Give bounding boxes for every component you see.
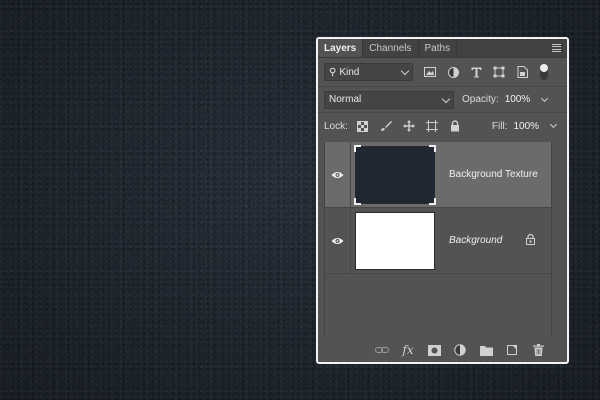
link-layers-icon[interactable] xyxy=(375,343,389,357)
new-group-icon[interactable] xyxy=(479,343,493,357)
fill-chevron-icon[interactable] xyxy=(550,120,558,129)
lock-artboard-icon[interactable] xyxy=(425,119,439,133)
layer-row-background-texture[interactable]: Background Texture xyxy=(325,142,551,208)
chevron-down-icon xyxy=(441,94,451,103)
opacity-label: Opacity: xyxy=(462,94,499,105)
adjustment-filter-icon[interactable] xyxy=(446,65,460,79)
layer-thumbnail-cell[interactable] xyxy=(351,144,439,205)
layer-name[interactable]: Background Texture xyxy=(449,169,538,180)
filter-toggle-switch[interactable] xyxy=(540,64,548,80)
filter-kind-label: Kind xyxy=(339,66,360,78)
opacity-value[interactable]: 100% xyxy=(505,94,531,105)
tab-paths-label: Paths xyxy=(424,42,451,54)
lock-all-icon[interactable] xyxy=(448,119,462,133)
eye-icon xyxy=(331,237,344,244)
add-mask-icon[interactable] xyxy=(427,343,441,357)
blend-mode-dropdown[interactable]: Normal xyxy=(324,90,454,109)
layers-list: Background Texture Background xyxy=(324,142,552,336)
shape-filter-icon[interactable] xyxy=(492,65,506,79)
lock-image-pixels-icon[interactable] xyxy=(379,119,393,133)
layer-thumbnail xyxy=(354,144,436,205)
new-layer-icon[interactable] xyxy=(505,343,519,357)
layer-lock-icon[interactable] xyxy=(526,233,535,248)
layer-row-background[interactable]: Background xyxy=(325,208,551,274)
panel-tab-bar: Layers Channels Paths xyxy=(318,39,567,58)
chevron-down-icon xyxy=(400,66,410,76)
filter-kind-dropdown[interactable]: ⚲ Kind xyxy=(324,63,413,81)
search-icon: ⚲ xyxy=(329,66,337,78)
fill-label: Fill: xyxy=(491,120,508,132)
delete-layer-icon[interactable] xyxy=(531,343,545,357)
panel-menu-icon[interactable] xyxy=(552,44,561,52)
blend-row: Normal Opacity: 100% xyxy=(318,86,567,112)
lock-transparent-pixels-icon[interactable] xyxy=(356,119,370,133)
opacity-chevron-icon[interactable] xyxy=(541,94,549,102)
layer-name[interactable]: Background xyxy=(449,235,502,246)
tab-paths[interactable]: Paths xyxy=(419,39,458,57)
filter-row: ⚲ Kind xyxy=(318,58,567,86)
tab-layers-label: Layers xyxy=(324,42,357,54)
eye-icon xyxy=(331,171,344,178)
tab-channels[interactable]: Channels xyxy=(363,39,419,57)
type-filter-icon[interactable] xyxy=(469,65,483,79)
image-filter-icon[interactable] xyxy=(423,65,437,79)
smart-object-filter-icon[interactable] xyxy=(515,65,529,79)
lock-row: Lock: Fill: 100% xyxy=(318,112,567,139)
visibility-toggle[interactable] xyxy=(325,208,351,273)
blend-mode-value: Normal xyxy=(329,94,362,105)
layer-thumbnail xyxy=(355,211,435,270)
panel-bottom-toolbar: fx xyxy=(318,338,567,362)
lock-label: Lock: xyxy=(324,120,348,132)
tab-layers[interactable]: Layers xyxy=(318,39,364,57)
visibility-toggle[interactable] xyxy=(325,142,351,207)
fill-value[interactable]: 100% xyxy=(513,121,539,132)
lock-position-icon[interactable] xyxy=(402,119,416,133)
tab-channels-label: Channels xyxy=(369,42,412,54)
adjustment-layer-icon[interactable] xyxy=(453,343,467,357)
layer-thumbnail-cell[interactable] xyxy=(351,211,439,270)
layers-panel: Layers Channels Paths ⚲ Kind Normal Opac… xyxy=(316,37,569,364)
fx-icon[interactable]: fx xyxy=(401,343,415,357)
